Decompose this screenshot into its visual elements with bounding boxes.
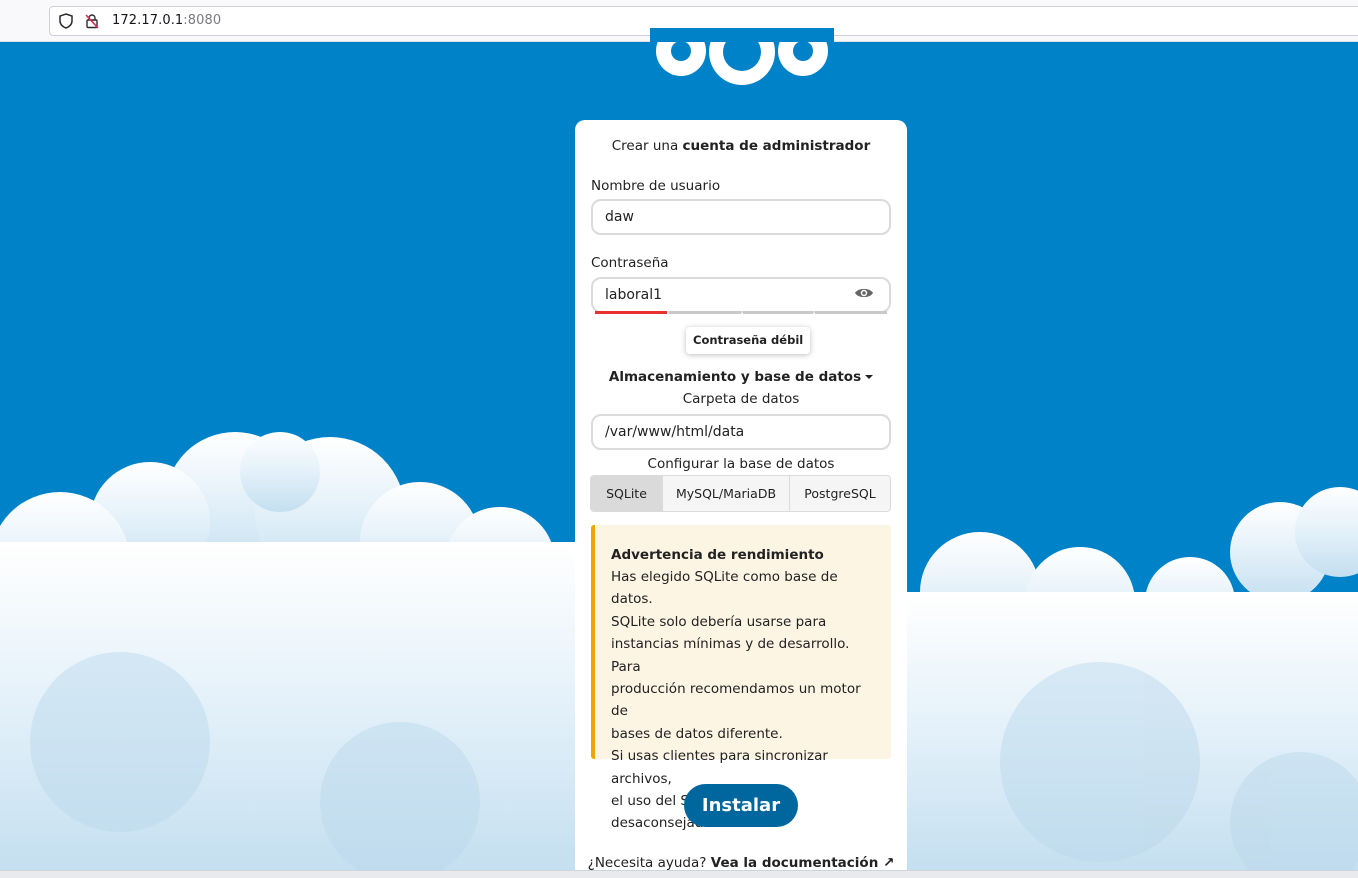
warning-line: bases de datos diferente.	[611, 725, 783, 742]
help-prefix: ¿Necesita ayuda?	[587, 855, 711, 871]
nextcloud-logo	[650, 28, 834, 85]
password-strength-segment-4	[815, 311, 887, 314]
db-tab-sqlite[interactable]: SQLite	[591, 476, 663, 511]
storage-toggle-label: Almacenamiento y base de datos	[608, 369, 862, 385]
username-input[interactable]: daw	[591, 199, 891, 235]
database-type-selector: SQLite MySQL/MariaDB PostgreSQL	[590, 475, 891, 512]
password-label: Contraseña	[591, 255, 669, 271]
password-strength-segment-3	[743, 311, 813, 314]
show-password-eye-icon[interactable]	[854, 286, 874, 300]
install-button[interactable]: Instalar	[684, 784, 798, 827]
warning-line: SQLite solo debería usarse para	[611, 613, 827, 630]
help-text: ¿Necesita ayuda? Vea la documentación ↗	[575, 855, 907, 871]
card-title: Crear una cuenta de administrador	[611, 138, 871, 154]
data-folder-input[interactable]: /var/www/html/data	[591, 414, 891, 450]
warning-title: Advertencia de rendimiento	[611, 547, 824, 563]
username-label: Nombre de usuario	[591, 178, 721, 194]
status-bar	[0, 870, 1358, 878]
password-strength-tooltip: Contraseña débil	[686, 327, 811, 354]
db-config-label: Configurar la base de datos	[647, 456, 835, 472]
db-tab-postgresql[interactable]: PostgreSQL	[790, 476, 890, 511]
warning-line: instancias mínimas y de desarrollo. Para	[611, 636, 850, 675]
url-text: 172.17.0.1:8080	[112, 13, 222, 28]
storage-database-toggle[interactable]: Almacenamiento y base de datos	[575, 369, 907, 385]
password-input[interactable]: laboral1	[591, 277, 891, 313]
shield-icon[interactable]	[58, 13, 74, 29]
password-strength-segment-2	[669, 311, 741, 314]
performance-warning: Advertencia de rendimiento Has elegido S…	[591, 525, 891, 831]
password-strength-segment-1	[595, 311, 667, 314]
insecure-lock-icon[interactable]	[84, 13, 100, 29]
db-tab-mysql[interactable]: MySQL/MariaDB	[663, 476, 790, 511]
tooltip-arrow	[734, 319, 750, 327]
warning-line: producción recomendamos un motor de	[611, 681, 861, 720]
warning-line: Has elegido SQLite como base de datos.	[611, 569, 838, 608]
documentation-link[interactable]: Vea la documentación ↗	[711, 855, 895, 871]
caret-down-icon	[865, 375, 874, 379]
data-folder-label: Carpeta de datos	[682, 391, 800, 407]
